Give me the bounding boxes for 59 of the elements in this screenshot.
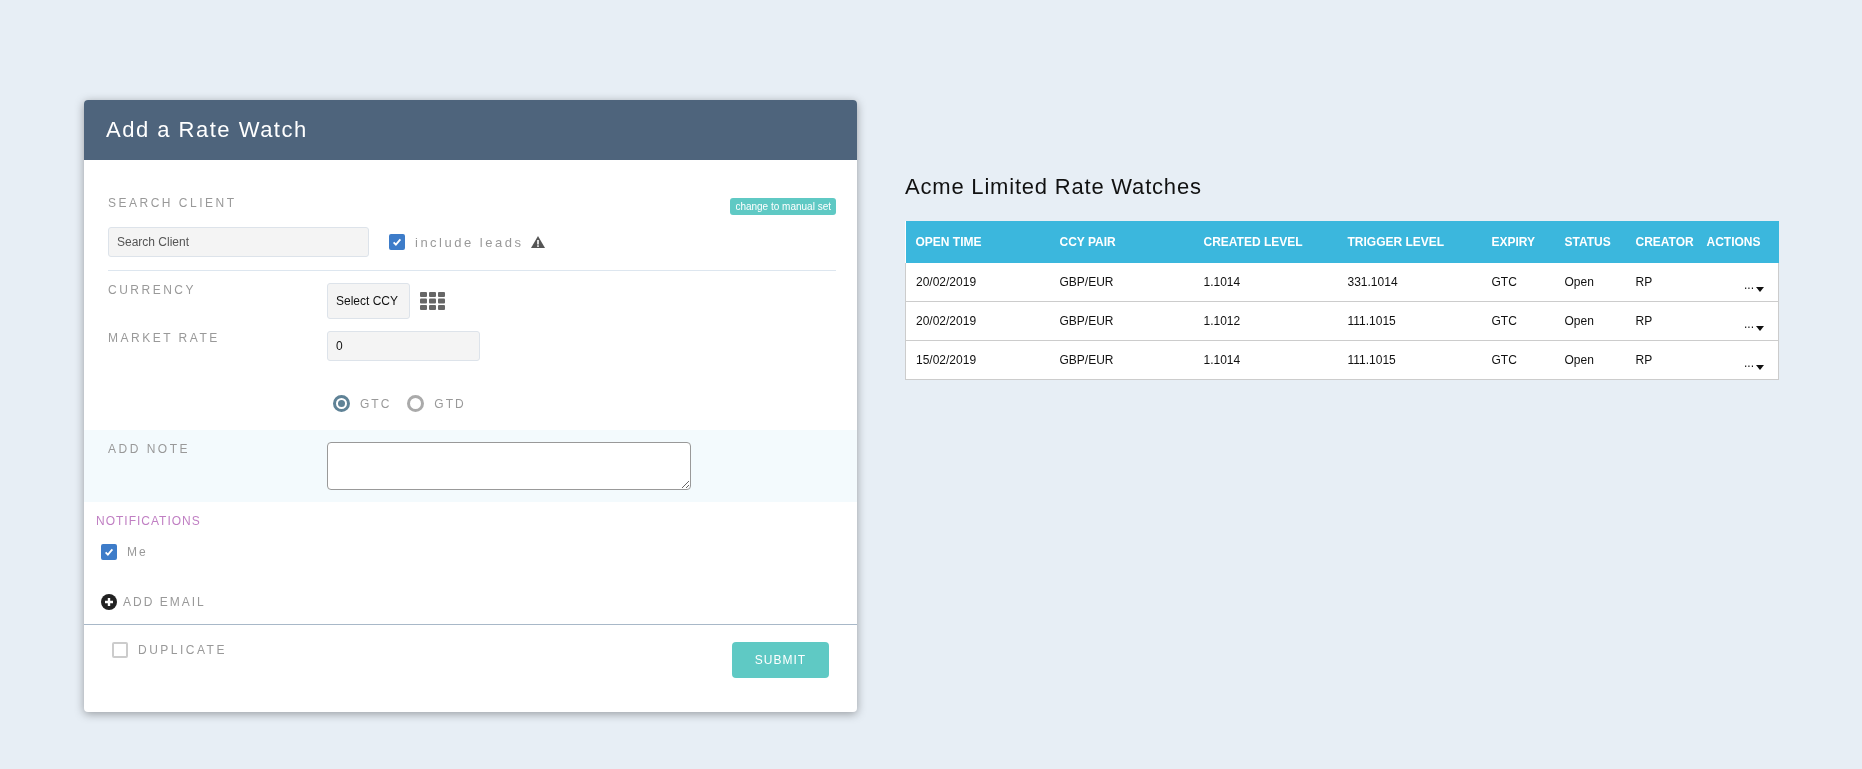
table-cell: Open (1554, 301, 1626, 341)
column-header: EXPIRY (1481, 221, 1555, 263)
table-cell: 20/02/2019 (905, 263, 1050, 302)
caret-icon (1756, 326, 1764, 331)
table-cell: 1.1014 (1193, 340, 1338, 380)
warning-icon (531, 236, 546, 248)
note-field[interactable] (327, 442, 691, 490)
caret-icon (1756, 365, 1764, 370)
table-cell: 111.1015 (1337, 301, 1482, 341)
table-cell: 20/02/2019 (905, 301, 1050, 341)
table-cell: GBP/EUR (1049, 263, 1194, 302)
table-cell: GTC (1481, 301, 1555, 341)
table-cell: 1.1014 (1193, 263, 1338, 302)
actions-menu[interactable]: ... (1744, 311, 1764, 331)
table-cell: GBP/EUR (1049, 301, 1194, 341)
recipient-checkbox[interactable] (101, 544, 117, 560)
table-cell: RP (1625, 263, 1697, 302)
field-label: SEARCH CLIENT (108, 196, 237, 210)
search-client-field[interactable]: Search Client (108, 227, 369, 257)
include-leads-label: include leads (415, 234, 524, 250)
table-cell: 1.1012 (1193, 301, 1338, 341)
column-header: CREATED LEVEL (1193, 221, 1338, 263)
duplicate-checkbox[interactable] (112, 642, 128, 658)
duplicate-label: DUPLICATE (138, 643, 227, 657)
column-header: OPEN TIME (905, 221, 1050, 263)
column-header: CREATOR (1625, 221, 1697, 263)
expiry-option-label: GTD (434, 396, 466, 411)
dialog-title: Add a Rate Watch (106, 117, 308, 143)
notifications-heading: NOTIFICATIONS (96, 514, 202, 528)
market-rate-field[interactable]: 0 (327, 331, 480, 361)
table-cell: RP (1625, 301, 1697, 341)
table-cell: GBP/EUR (1049, 340, 1194, 380)
column-header: ACTIONS (1696, 221, 1779, 263)
column-header: TRIGGER LEVEL (1337, 221, 1482, 263)
table-cell: RP (1625, 340, 1697, 380)
caret-icon (1756, 287, 1764, 292)
column-header: STATUS (1554, 221, 1626, 263)
column-header: CCY PAIR (1049, 221, 1194, 263)
rate-watches-title: Acme Limited Rate Watches (905, 174, 1203, 200)
field-label: MARKET RATE (108, 331, 221, 345)
table-cell: 331.1014 (1337, 263, 1482, 302)
actions-menu[interactable]: ... (1744, 350, 1764, 370)
include-leads-checkbox[interactable] (389, 234, 405, 250)
expiry-radio[interactable] (333, 395, 350, 412)
table-cell: GTC (1481, 263, 1555, 302)
table-cell: 111.1015 (1337, 340, 1482, 380)
expiry-option-label: GTC (360, 396, 392, 411)
recipient-label: Me (127, 545, 148, 559)
field-label: CURRENCY (108, 283, 197, 297)
actions-menu[interactable]: ... (1744, 272, 1764, 292)
table-cell: GTC (1481, 340, 1555, 380)
expiry-radio[interactable] (407, 395, 425, 412)
currency-select[interactable]: Select CCY (327, 283, 410, 319)
plus-circle-icon[interactable] (101, 594, 117, 610)
table-cell: 15/02/2019 (905, 340, 1050, 380)
grid-icon[interactable] (420, 292, 445, 310)
field-label: ADD NOTE (108, 442, 191, 458)
table-cell: Open (1554, 263, 1626, 302)
table-cell: Open (1554, 340, 1626, 380)
